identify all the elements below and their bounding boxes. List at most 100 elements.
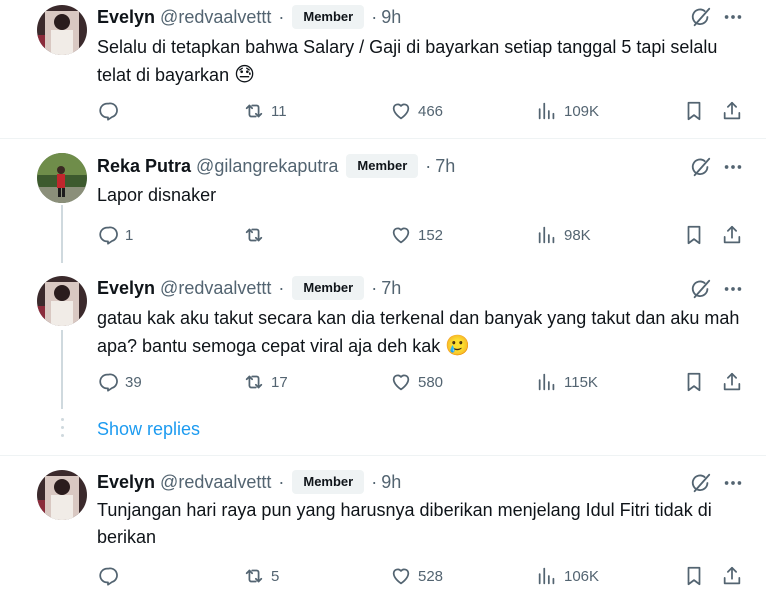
views-button[interactable]: 109K (536, 99, 599, 123)
avatar[interactable] (37, 470, 87, 520)
member-badge[interactable]: Member (346, 154, 419, 178)
like-button[interactable]: 466 (390, 99, 443, 123)
reply-icon (99, 373, 118, 392)
more-icon[interactable] (722, 156, 744, 178)
more-icon[interactable] (722, 6, 744, 28)
member-badge[interactable]: Member (292, 5, 365, 29)
more-icon[interactable] (722, 472, 744, 494)
bookmark-button[interactable] (683, 99, 705, 123)
separator-dot: · (371, 6, 378, 27)
thread-line (61, 205, 63, 263)
share-icon (723, 101, 741, 120)
avatar[interactable] (37, 276, 87, 326)
repost-icon (245, 104, 263, 118)
emoji: 😓 (234, 62, 255, 86)
avatar[interactable] (37, 5, 87, 55)
member-badge[interactable]: Member (292, 470, 365, 494)
tweet-header: Evelyn @redvaalvettt · Member · 7h (97, 276, 766, 300)
like-count: 580 (418, 373, 444, 391)
views-icon (538, 373, 555, 391)
separator-dot: · (371, 471, 378, 492)
bookmark-button[interactable] (683, 223, 705, 247)
reply-button[interactable]: 1 (97, 223, 133, 247)
reply-count: 1 (125, 226, 134, 244)
tweet-text: Tunjangan hari raya pun yang harusnya di… (97, 497, 747, 551)
grok-icon[interactable] (690, 278, 712, 300)
avatar[interactable] (37, 153, 87, 203)
bookmark-icon (687, 225, 701, 245)
user-handle[interactable]: @redvaalvettt (160, 278, 271, 299)
tweet-text-content: Tunjangan hari raya pun yang harusnya di… (97, 500, 712, 547)
show-replies-link[interactable]: Show replies (97, 419, 200, 440)
tweet-2[interactable]: Reka Putra @gilangrekaputra Member · 7h … (0, 139, 766, 263)
views-button[interactable]: 98K (536, 223, 591, 247)
tweet-text: gatau kak aku takut secara kan dia terke… (97, 305, 747, 360)
separator-dot: · (425, 155, 432, 176)
reply-button[interactable] (97, 99, 125, 123)
reply-button[interactable]: 39 (97, 370, 142, 394)
timestamp[interactable]: 7h (381, 278, 401, 299)
timestamp[interactable]: 7h (435, 156, 455, 177)
tweet-1[interactable]: Evelyn @redvaalvettt · Member · 9h Selal… (0, 0, 766, 138)
like-button[interactable]: 580 (390, 370, 443, 394)
views-count: 115K (564, 373, 598, 391)
separator-dot: · (278, 6, 285, 27)
share-icon (723, 372, 741, 391)
reply-icon (99, 226, 118, 245)
repost-count: 5 (271, 567, 280, 585)
tweet-text-content: gatau kak aku takut secara kan dia terke… (97, 308, 740, 356)
bookmark-icon (687, 372, 701, 392)
repost-icon (245, 375, 263, 389)
repost-button[interactable] (243, 223, 271, 247)
thread-dots (59, 418, 65, 444)
user-handle[interactable]: @gilangrekaputra (196, 156, 338, 177)
tweet-header: Evelyn @redvaalvettt · Member · 9h (97, 470, 766, 494)
tweet-3[interactable]: Evelyn @redvaalvettt · Member · 7h gatau… (0, 263, 766, 413)
share-button[interactable] (721, 370, 743, 394)
display-name[interactable]: Evelyn (97, 7, 155, 28)
like-button[interactable]: 528 (390, 564, 443, 588)
like-icon (392, 374, 410, 391)
reply-count: 39 (125, 373, 142, 391)
share-button[interactable] (721, 223, 743, 247)
share-button[interactable] (721, 99, 743, 123)
reply-icon (99, 102, 118, 121)
timestamp[interactable]: 9h (381, 472, 401, 493)
timestamp[interactable]: 9h (381, 7, 401, 28)
separator-dot: · (278, 277, 285, 298)
user-handle[interactable]: @redvaalvettt (160, 7, 271, 28)
tweet-header: Reka Putra @gilangrekaputra Member · 7h (97, 154, 766, 178)
bookmark-button[interactable] (683, 370, 705, 394)
display-name[interactable]: Evelyn (97, 472, 155, 493)
views-icon (538, 226, 555, 244)
bookmark-button[interactable] (683, 564, 705, 588)
display-name[interactable]: Evelyn (97, 278, 155, 299)
share-icon (723, 225, 741, 244)
member-badge[interactable]: Member (292, 276, 365, 300)
repost-button[interactable]: 11 (243, 99, 287, 123)
grok-icon[interactable] (690, 6, 712, 28)
views-button[interactable]: 115K (536, 370, 598, 394)
like-count: 466 (418, 102, 444, 120)
tweet-4[interactable]: Evelyn @redvaalvettt · Member · 9h Tunja… (0, 456, 766, 598)
views-button[interactable]: 106K (536, 564, 599, 588)
separator-dot: · (371, 277, 378, 298)
like-count: 152 (418, 226, 444, 244)
share-icon (723, 566, 741, 585)
repost-button[interactable]: 5 (243, 564, 279, 588)
repost-button[interactable]: 17 (243, 370, 288, 394)
reply-button[interactable] (97, 564, 125, 588)
display-name[interactable]: Reka Putra (97, 156, 191, 177)
action-bar: 11 466 109K (97, 99, 747, 123)
views-count: 109K (564, 102, 600, 120)
more-icon[interactable] (722, 278, 744, 300)
user-handle[interactable]: @redvaalvettt (160, 472, 271, 493)
grok-icon[interactable] (690, 472, 712, 494)
like-button[interactable]: 152 (390, 223, 443, 247)
repost-count: 17 (271, 373, 288, 391)
views-count: 106K (564, 567, 600, 585)
thread-line (61, 330, 63, 409)
like-icon (392, 568, 410, 585)
grok-icon[interactable] (690, 156, 712, 178)
share-button[interactable] (721, 564, 743, 588)
